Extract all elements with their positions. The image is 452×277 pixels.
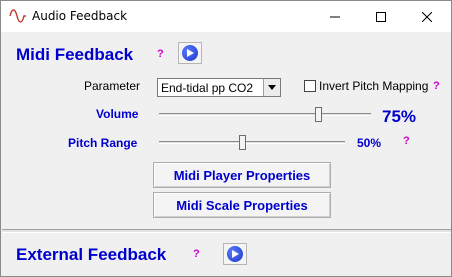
invert-help-button[interactable]: ? [433, 80, 440, 92]
external-feedback-panel: External Feedback ? [2, 233, 451, 276]
pitch-range-label: Pitch Range [68, 136, 138, 150]
midi-play-button[interactable] [178, 42, 202, 64]
volume-label: Volume [96, 107, 139, 121]
play-icon [182, 45, 198, 61]
volume-slider-thumb[interactable] [315, 107, 322, 122]
title-bar: Audio Feedback [1, 1, 451, 32]
external-help-button[interactable]: ? [193, 248, 200, 260]
volume-value: 75% [382, 107, 417, 126]
volume-slider[interactable] [159, 113, 371, 116]
parameter-label: Parameter [84, 79, 141, 93]
maximize-icon [376, 11, 386, 22]
pitch-range-slider[interactable] [159, 141, 345, 144]
external-play-button[interactable] [223, 243, 247, 265]
sine-wave-icon [9, 9, 26, 23]
minimize-button[interactable] [312, 1, 358, 32]
window-title: Audio Feedback [32, 9, 128, 23]
pitch-help-button[interactable]: ? [403, 135, 410, 147]
maximize-button[interactable] [358, 1, 404, 32]
minimize-icon [330, 16, 340, 17]
external-feedback-title: External Feedback [16, 245, 167, 264]
close-icon [422, 11, 432, 22]
midi-player-properties-button[interactable]: Midi Player Properties [153, 162, 331, 188]
audio-feedback-window: Audio Feedback Midi Feedback ? Parameter… [0, 0, 452, 277]
invert-pitch-label: Invert Pitch Mapping [319, 79, 429, 93]
close-button[interactable] [404, 1, 450, 32]
chevron-down-icon [263, 79, 280, 96]
parameter-select[interactable]: End-tidal pp CO2 [157, 78, 281, 97]
play-icon [227, 246, 243, 262]
parameter-select-value: End-tidal pp CO2 [161, 81, 254, 95]
invert-pitch-checkbox[interactable] [304, 80, 316, 92]
pitch-range-slider-thumb[interactable] [239, 135, 246, 150]
midi-feedback-title: Midi Feedback [16, 45, 134, 64]
pitch-range-value: 50% [357, 136, 382, 150]
midi-scale-properties-button[interactable]: Midi Scale Properties [153, 192, 331, 218]
midi-help-button[interactable]: ? [157, 48, 164, 60]
